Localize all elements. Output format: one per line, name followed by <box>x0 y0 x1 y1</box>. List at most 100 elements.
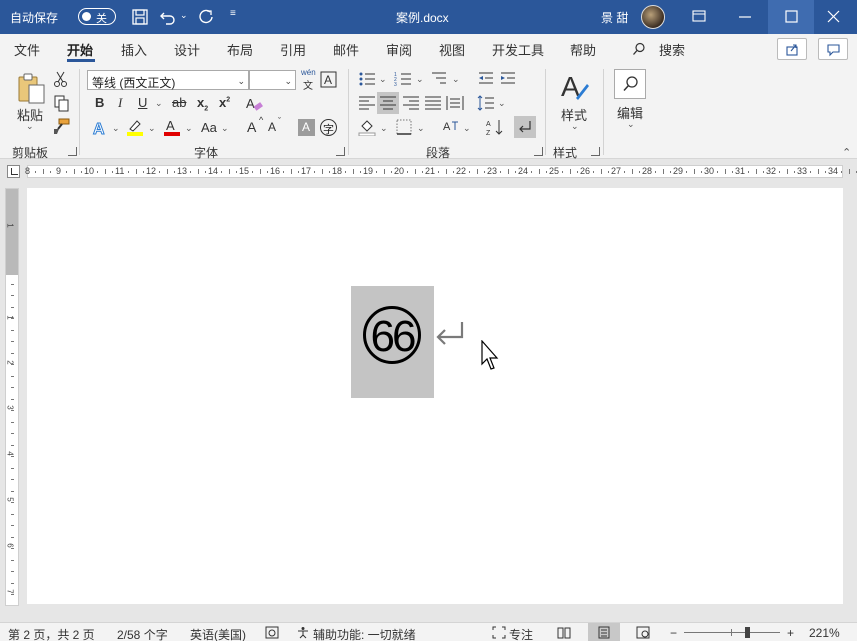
borders-dropdown-icon[interactable]: ⌄ <box>417 123 425 134</box>
close-icon[interactable] <box>811 0 857 34</box>
bullets-icon[interactable] <box>358 70 376 88</box>
read-mode-icon[interactable] <box>557 626 571 639</box>
collapse-ribbon-icon[interactable]: ⌄ <box>842 145 851 158</box>
focus-icon[interactable] <box>492 626 506 639</box>
search-label[interactable]: 搜索 <box>659 40 685 59</box>
phonetic-guide-bottom[interactable]: 文 <box>303 77 313 92</box>
superscript-button[interactable]: x2 <box>219 95 230 110</box>
styles-icon[interactable]: A <box>560 70 590 102</box>
grow-font-button[interactable]: A <box>247 119 256 135</box>
macro-icon[interactable] <box>265 626 279 639</box>
enclosed-character[interactable]: 66 <box>363 306 421 364</box>
justify-icon[interactable] <box>424 94 442 112</box>
zoom-in-button[interactable]: + <box>787 626 794 640</box>
copy-icon[interactable] <box>52 94 70 112</box>
font-launcher-icon[interactable] <box>336 147 345 156</box>
avatar[interactable] <box>641 5 665 29</box>
multilevel-list-icon[interactable] <box>430 70 448 88</box>
character-shading-button[interactable]: A <box>298 119 315 136</box>
change-case-button[interactable]: Aa <box>201 120 217 135</box>
tab-help[interactable]: 帮助 <box>570 40 596 59</box>
focus-mode[interactable]: 专注 <box>509 626 533 641</box>
tab-insert[interactable]: 插入 <box>121 40 147 59</box>
styles-dropdown-icon[interactable]: ⌄ <box>571 121 579 132</box>
font-size-dropdown[interactable]: ⌄ <box>249 70 296 90</box>
tab-developer[interactable]: 开发工具 <box>492 40 544 59</box>
clipboard-launcher-icon[interactable] <box>68 147 77 156</box>
font-color-icon[interactable]: A <box>163 118 181 136</box>
document-page[interactable]: 66 <box>27 188 843 604</box>
user-name[interactable]: 景 甜 <box>601 9 628 26</box>
font-color-dropdown-icon[interactable]: ⌄ <box>185 123 193 134</box>
font-name-dropdown[interactable]: 等线 (西文正文) ⌄ <box>87 70 249 90</box>
highlight-dropdown-icon[interactable]: ⌄ <box>148 123 156 134</box>
horizontal-ruler[interactable]: 8 9 10 11 12 13 14 15 16 17 18 19 20 21 22 23 24 25 26 27 28… <box>0 159 857 183</box>
editing-dropdown-icon[interactable]: ⌄ <box>627 119 635 130</box>
tab-home[interactable]: 开始 <box>67 40 93 59</box>
increase-indent-icon[interactable] <box>499 70 517 88</box>
text-effects-dropdown-icon[interactable]: ⌄ <box>112 123 120 134</box>
sort-chinese-layout-icon[interactable]: A <box>442 118 460 136</box>
strikethrough-button[interactable]: ab <box>172 95 186 110</box>
paragraph-launcher-icon[interactable] <box>534 147 543 156</box>
ribbon-display-icon[interactable] <box>676 0 722 34</box>
distributed-icon[interactable] <box>446 94 464 112</box>
web-layout-icon[interactable] <box>636 626 650 639</box>
change-case-dropdown-icon[interactable]: ⌄ <box>221 123 229 134</box>
tab-design[interactable]: 设计 <box>174 40 200 59</box>
minimize-icon[interactable] <box>722 0 768 34</box>
shrink-font-button[interactable]: A <box>268 120 276 134</box>
numbering-dropdown-icon[interactable]: ⌄ <box>416 74 424 85</box>
tab-mailings[interactable]: 邮件 <box>333 40 359 59</box>
print-layout-button[interactable] <box>588 623 620 641</box>
text-effects-icon[interactable]: A <box>92 119 110 138</box>
numbering-icon[interactable]: 123 <box>394 70 412 88</box>
show-marks-button[interactable] <box>514 116 536 138</box>
italic-button[interactable]: I <box>118 95 122 111</box>
clear-formatting-icon[interactable]: A <box>245 95 263 113</box>
decrease-indent-icon[interactable] <box>477 70 495 88</box>
accessibility-status[interactable]: 辅助功能: 一切就绪 <box>313 626 416 641</box>
bold-button[interactable]: B <box>95 95 104 110</box>
phonetic-guide-top[interactable]: wén <box>301 68 316 77</box>
word-count[interactable]: 2/58 个字 <box>117 626 168 641</box>
search-icon[interactable] <box>632 42 646 56</box>
zoom-slider[interactable] <box>684 632 780 633</box>
shading-dropdown-icon[interactable]: ⌄ <box>380 123 388 134</box>
sort-icon[interactable]: AZ <box>486 118 504 136</box>
undo-icon[interactable] <box>158 7 178 27</box>
share-button[interactable] <box>777 38 807 60</box>
comments-button[interactable] <box>818 38 848 60</box>
maximize-icon[interactable] <box>768 0 814 34</box>
enclose-characters-button[interactable]: 字 <box>320 119 337 136</box>
language[interactable]: 英语(美国) <box>190 626 246 641</box>
redo-icon[interactable] <box>196 7 216 27</box>
paste-icon[interactable] <box>14 71 48 105</box>
underline-button[interactable]: U <box>138 95 147 110</box>
align-left-icon[interactable] <box>358 94 376 112</box>
multilevel-dropdown-icon[interactable]: ⌄ <box>452 74 460 85</box>
shading-icon[interactable] <box>358 118 376 136</box>
tab-view[interactable]: 视图 <box>439 40 465 59</box>
editing-button[interactable] <box>614 69 646 99</box>
autosave-toggle[interactable]: 关 <box>78 8 116 25</box>
tab-references[interactable]: 引用 <box>280 40 306 59</box>
customize-qat-icon[interactable]: ≡ <box>230 8 236 19</box>
highlight-icon[interactable] <box>126 118 144 136</box>
vertical-ruler[interactable]: 11234567 <box>5 188 19 606</box>
page-count[interactable]: 第 2 页，共 2 页 <box>8 626 95 641</box>
paste-dropdown-icon[interactable]: ⌄ <box>26 121 34 132</box>
accessibility-icon[interactable] <box>296 626 310 639</box>
save-icon[interactable] <box>130 7 150 27</box>
tab-layout[interactable]: 布局 <box>227 40 253 59</box>
undo-dropdown-icon[interactable]: ⌄ <box>180 10 188 21</box>
align-right-icon[interactable] <box>402 94 420 112</box>
zoom-out-button[interactable]: − <box>670 626 677 640</box>
zoom-level[interactable]: 221% <box>809 626 840 640</box>
tab-file[interactable]: 文件 <box>14 40 40 59</box>
chinese-layout-dropdown-icon[interactable]: ⌄ <box>463 123 471 134</box>
subscript-button[interactable]: x2 <box>197 95 208 113</box>
cut-icon[interactable] <box>52 70 70 88</box>
format-painter-icon[interactable] <box>52 117 70 135</box>
styles-launcher-icon[interactable] <box>591 147 600 156</box>
